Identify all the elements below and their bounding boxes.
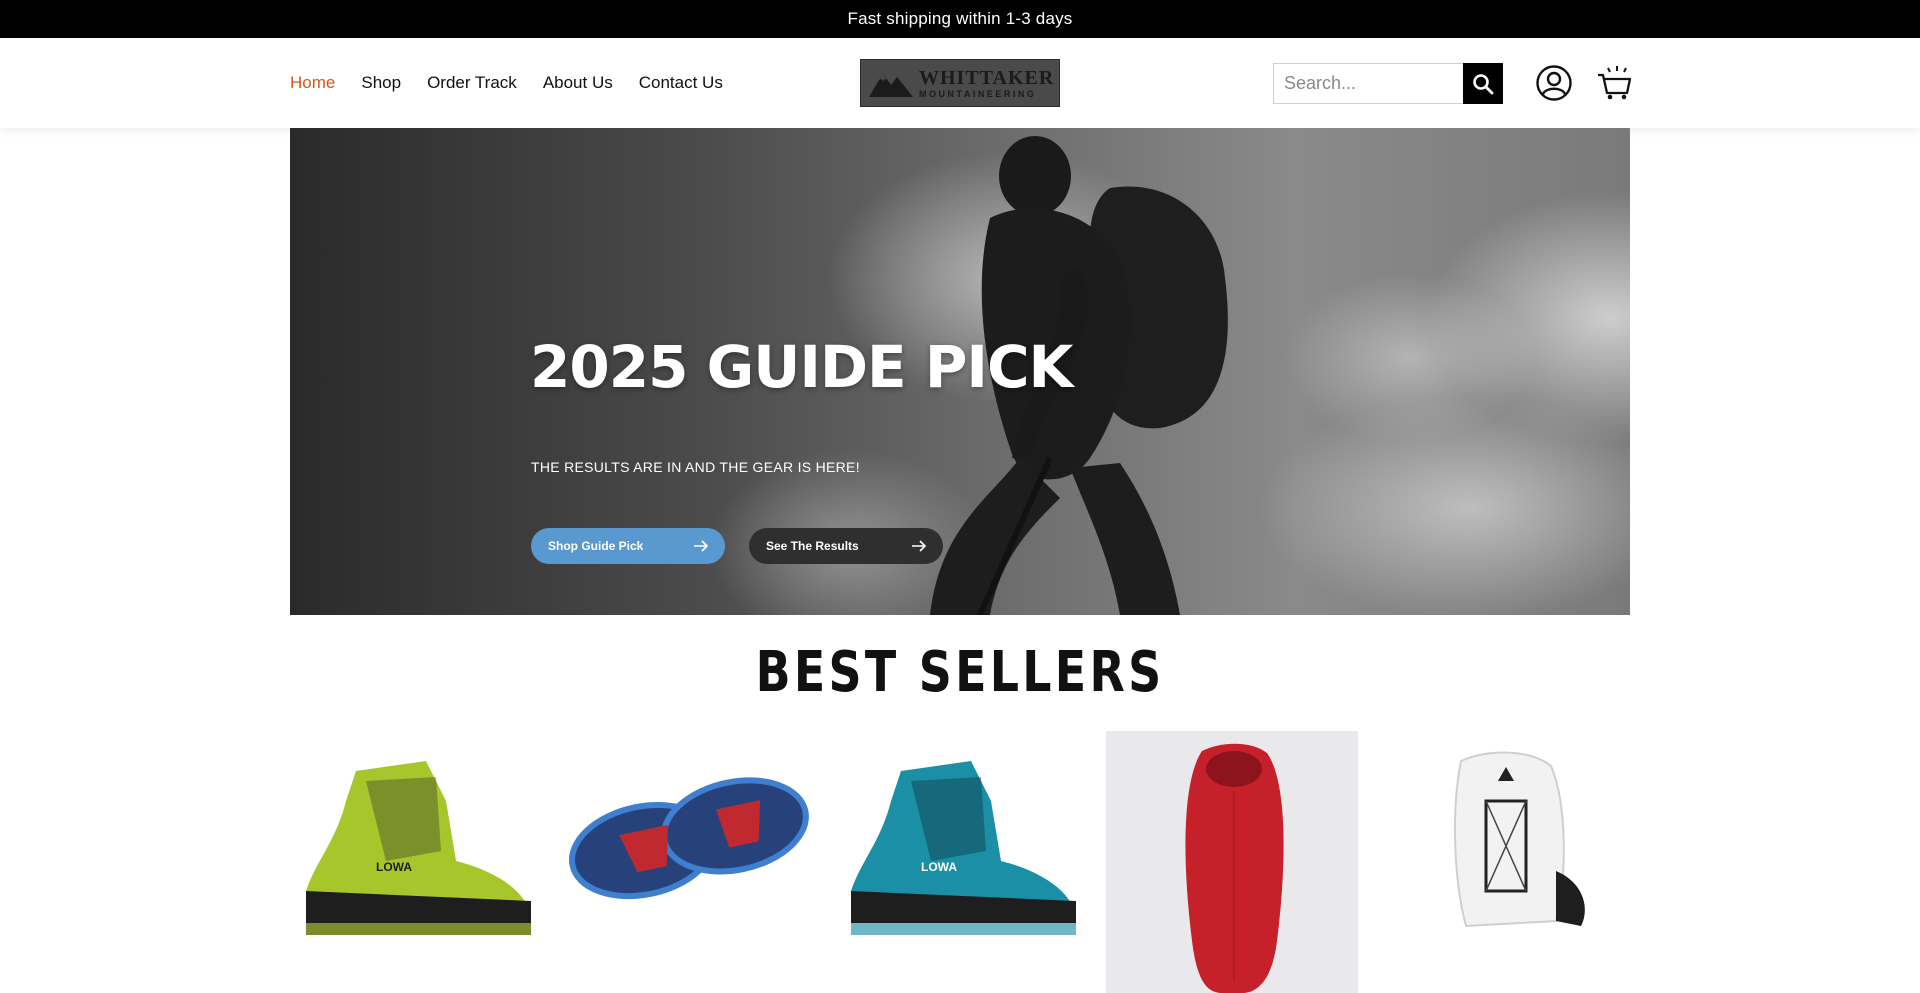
site-header: Home Shop Order Track About Us Contact U… <box>0 38 1920 128</box>
search-button[interactable] <box>1463 63 1503 104</box>
shopping-cart-icon <box>1598 66 1632 100</box>
product-card[interactable] <box>1106 731 1358 993</box>
search-icon <box>1473 73 1494 94</box>
cart-button[interactable] <box>1596 63 1632 101</box>
nav-home[interactable]: Home <box>290 73 335 93</box>
svg-text:LOWA: LOWA <box>376 860 412 874</box>
main-nav: Home Shop Order Track About Us Contact U… <box>290 38 723 128</box>
announcement-bar: Fast shipping within 1-3 days <box>0 0 1920 38</box>
product-card[interactable] <box>1380 731 1632 993</box>
product-card[interactable]: LOWA <box>835 731 1087 993</box>
best-sellers-grid: LOWA LOWA <box>290 731 1630 993</box>
hero-subtitle: THE RESULTS ARE IN AND THE GEAR IS HERE! <box>531 459 860 475</box>
hero-banner: 2025 GUIDE PICK THE RESULTS ARE IN AND T… <box>290 128 1630 615</box>
best-sellers-title: BEST SELLERS <box>755 640 1165 705</box>
logo-line1: WHITTAKER <box>919 66 1055 89</box>
logo[interactable]: WHITTAKER MOUNTAINEERING <box>860 59 1060 107</box>
blue-snowshoes-image <box>568 777 809 900</box>
search-bar <box>1273 63 1503 104</box>
red-sleeping-bag-image <box>1185 743 1284 993</box>
shop-guide-pick-button[interactable]: Shop Guide Pick <box>531 528 725 564</box>
announcement-text: Fast shipping within 1-3 days <box>847 9 1073 28</box>
nav-contact-us[interactable]: Contact Us <box>639 73 723 93</box>
arrow-right-icon <box>912 540 927 552</box>
search-input[interactable] <box>1273 63 1463 104</box>
white-backpack-image <box>1454 751 1585 928</box>
product-card[interactable]: LOWA <box>290 731 542 993</box>
product-card[interactable] <box>562 731 814 993</box>
logo-text: WHITTAKER MOUNTAINEERING <box>919 68 1054 99</box>
nav-about-us[interactable]: About Us <box>543 73 613 93</box>
arrow-right-icon <box>694 540 709 552</box>
svg-text:LOWA: LOWA <box>921 860 957 874</box>
see-the-results-label: See The Results <box>766 539 859 553</box>
see-the-results-button[interactable]: See The Results <box>749 528 943 564</box>
nav-shop[interactable]: Shop <box>361 73 401 93</box>
logo-line2: MOUNTAINEERING <box>919 88 1037 99</box>
nav-order-track[interactable]: Order Track <box>427 73 517 93</box>
lime-green-boot-image: LOWA <box>306 761 531 935</box>
mountain-icon <box>869 73 913 97</box>
hero-title: 2025 GUIDE PICK <box>530 333 1073 401</box>
account-button[interactable] <box>1536 65 1572 101</box>
user-circle-icon <box>1536 65 1572 101</box>
shop-guide-pick-label: Shop Guide Pick <box>548 539 644 553</box>
teal-boot-image: LOWA <box>851 761 1076 935</box>
